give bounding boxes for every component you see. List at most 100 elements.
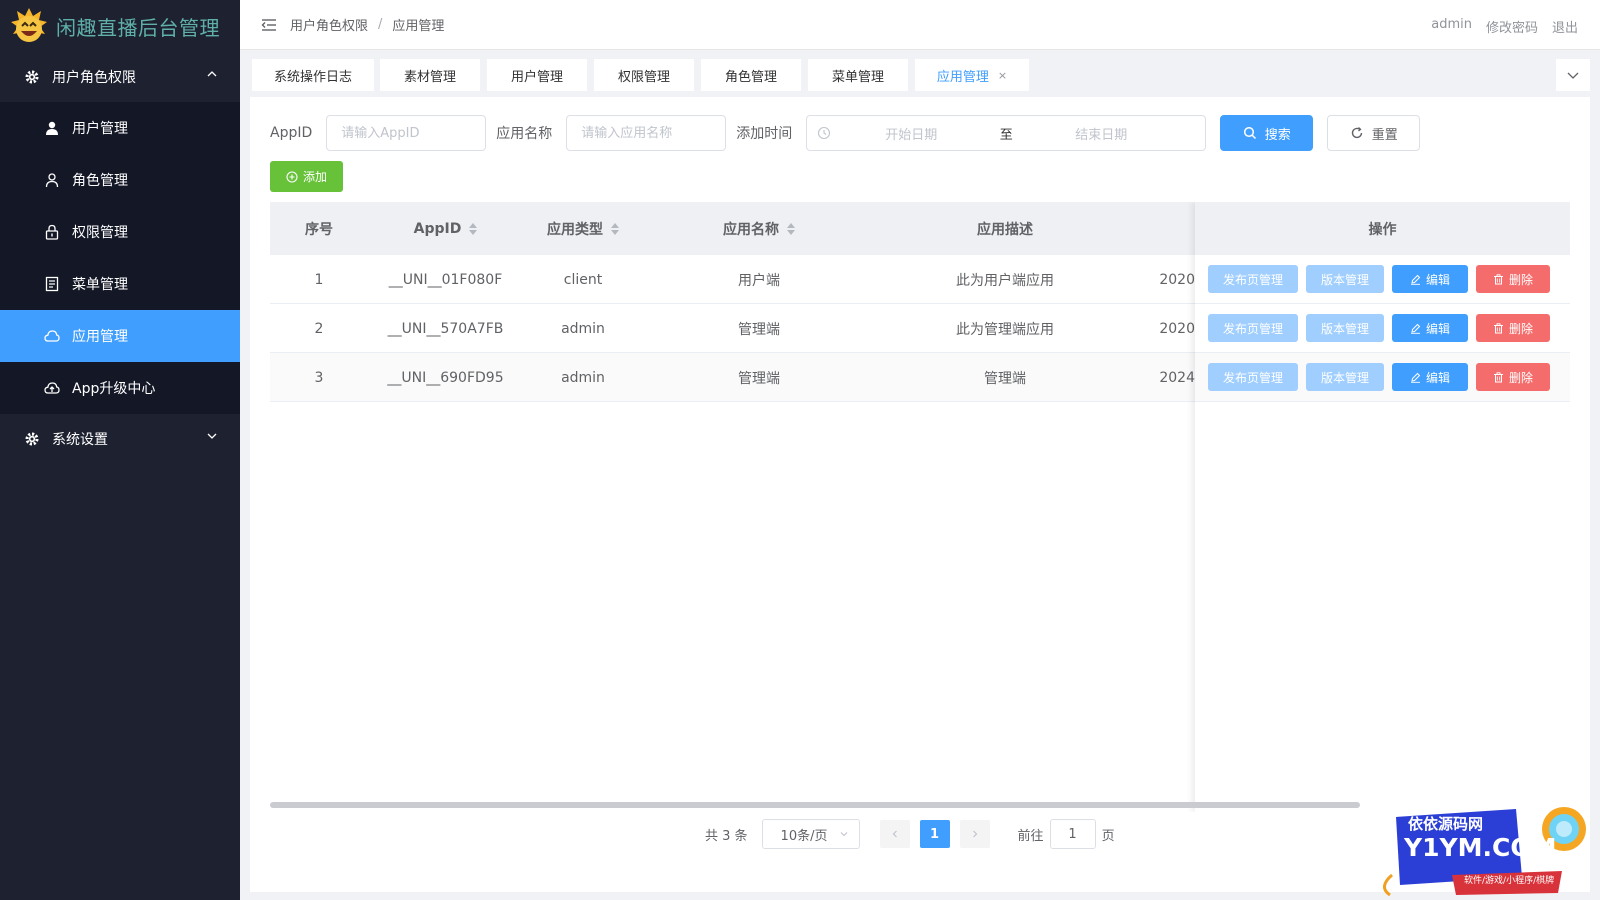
tab-role-management[interactable]: 角色管理 (701, 59, 801, 91)
page-unit-label: 页 (1101, 828, 1115, 844)
search-form: AppID 应用名称 添加时间 开始日期 至 结束日期 搜索 重置 (270, 115, 1421, 151)
app-name-input[interactable] (566, 115, 727, 151)
logout-link[interactable]: 退出 (1552, 17, 1578, 36)
header-user-area: admin 修改密码 退出 (1431, 17, 1578, 36)
cloud-icon (44, 330, 60, 342)
column-appid[interactable]: AppID (368, 202, 523, 255)
cell-add-time: 2020 (1159, 271, 1195, 288)
cell-appid: __UNI__570A7FB (387, 320, 504, 337)
sidebar-item-menu-management[interactable]: 菜单管理 (0, 258, 240, 310)
cell-app-type: client (563, 271, 603, 288)
menu-group-user-role[interactable]: 用户角色权限 (0, 52, 240, 102)
date-range-picker[interactable]: 开始日期 至 结束日期 (806, 115, 1207, 151)
sort-icon[interactable] (787, 222, 795, 235)
sidebar-item-label: App升级中心 (72, 381, 156, 397)
start-date-placeholder: 开始日期 (885, 127, 938, 143)
edit-icon (1410, 274, 1421, 285)
tab-material[interactable]: 素材管理 (380, 59, 480, 91)
main-panel: AppID 应用名称 添加时间 开始日期 至 结束日期 搜索 重置 添加 序号 … (250, 97, 1590, 892)
delete-button[interactable]: 删除 (1476, 314, 1550, 342)
user-outline-icon (45, 173, 59, 188)
logo: 闲趣直播后台管理 (0, 0, 240, 52)
sort-icon[interactable] (469, 222, 478, 235)
add-button-label: 添加 (302, 170, 327, 184)
tab-permission-management[interactable]: 权限管理 (594, 59, 694, 91)
cell-add-time: 2024 (1159, 369, 1195, 386)
tags-dropdown-button[interactable] (1556, 59, 1590, 91)
menu-fold-icon[interactable] (260, 16, 278, 34)
app-name-label: 应用名称 (496, 126, 553, 142)
version-button[interactable]: 版本管理 (1306, 265, 1384, 293)
appid-input[interactable] (326, 115, 487, 151)
edit-button-label: 编辑 (1425, 321, 1450, 336)
sidebar-item-permission-management[interactable]: 权限管理 (0, 206, 240, 258)
cell-app-desc: 管理端 (984, 370, 1026, 387)
appid-label: AppID (270, 125, 313, 141)
sort-icon[interactable] (611, 222, 619, 235)
sidebar-item-role-management[interactable]: 角色管理 (0, 154, 240, 206)
horizontal-scrollbar[interactable] (270, 802, 1360, 808)
delete-button[interactable]: 删除 (1476, 265, 1550, 293)
sidebar-item-app-management[interactable]: 应用管理 (0, 310, 240, 362)
pagination-total: 共 3 条 (705, 828, 748, 844)
column-label: 序号 (305, 221, 333, 238)
sidebar-item-app-upgrade[interactable]: App升级中心 (0, 362, 240, 414)
gear-icon (25, 432, 39, 446)
prev-page-button[interactable] (879, 820, 910, 848)
reset-button[interactable]: 重置 (1327, 115, 1421, 151)
edit-button-label: 编辑 (1425, 272, 1450, 287)
tab-user-management[interactable]: 用户管理 (487, 59, 587, 91)
breadcrumb: 用户角色权限 / 应用管理 (290, 15, 444, 34)
date-range-separator: 至 (999, 127, 1013, 143)
column-actions: 操作 (1195, 202, 1570, 255)
watermark-line3: 软件/游戏/小程序/棋牌 (1464, 876, 1555, 886)
edit-button[interactable]: 编辑 (1392, 363, 1468, 391)
cell-app-type: admin (561, 369, 605, 386)
tab-label: 用户管理 (510, 69, 563, 85)
chevron-up-icon (207, 71, 217, 77)
gear-icon (25, 70, 39, 84)
column-app-type[interactable]: 应用类型 (523, 202, 643, 255)
publish-page-button[interactable]: 发布页管理 (1208, 363, 1298, 391)
goto-page-input[interactable] (1049, 819, 1096, 849)
add-time-label: 添加时间 (736, 126, 793, 142)
column-index: 序号 (270, 202, 368, 255)
logo-face-icon (10, 7, 48, 45)
version-button[interactable]: 版本管理 (1306, 314, 1384, 342)
tags-bar: 系统操作日志 素材管理 用户管理 权限管理 角色管理 菜单管理 应用管理 × (240, 50, 1600, 96)
version-button[interactable]: 版本管理 (1306, 363, 1384, 391)
tab-menu-management[interactable]: 菜单管理 (808, 59, 908, 91)
tab-close-icon[interactable]: × (998, 69, 1007, 82)
search-button[interactable]: 搜索 (1220, 115, 1314, 151)
page-size-select[interactable]: 10条/页 (761, 819, 860, 849)
next-page-button[interactable] (959, 820, 990, 848)
menu-group-system-settings[interactable]: 系统设置 (0, 414, 240, 464)
breadcrumb-item[interactable]: 用户角色权限 (290, 15, 368, 34)
cloud-upload-icon (44, 382, 60, 394)
publish-page-button[interactable]: 发布页管理 (1208, 314, 1298, 342)
reset-button-label: 重置 (1371, 127, 1398, 143)
change-password-link[interactable]: 修改密码 (1486, 17, 1538, 36)
page-number-current[interactable]: 1 (919, 820, 950, 848)
column-app-name[interactable]: 应用名称 (643, 202, 875, 255)
sidebar-item-user-management[interactable]: 用户管理 (0, 102, 240, 154)
cell-appid: __UNI__690FD95 (387, 369, 504, 386)
publish-page-button[interactable]: 发布页管理 (1208, 265, 1298, 293)
trash-icon (1493, 322, 1503, 333)
username[interactable]: admin (1431, 17, 1472, 36)
edit-icon (1410, 372, 1421, 383)
delete-button[interactable]: 删除 (1476, 363, 1550, 391)
edit-button[interactable]: 编辑 (1392, 314, 1468, 342)
tab-label: 角色管理 (724, 69, 777, 85)
edit-button[interactable]: 编辑 (1392, 265, 1468, 293)
tab-label: 应用管理 (936, 69, 989, 85)
search-button-label: 搜索 (1264, 127, 1291, 143)
chevron-right-icon (972, 830, 977, 838)
add-button[interactable]: 添加 (270, 161, 343, 192)
menu-group-label: 用户角色权限 (52, 70, 136, 86)
tab-app-management[interactable]: 应用管理 × (915, 59, 1029, 91)
tab-system-log[interactable]: 系统操作日志 (252, 59, 374, 91)
trash-icon (1493, 371, 1503, 382)
watermark: 依依源码网 Y1YM.COM 软件/游戏/小程序/棋牌 (1382, 805, 1592, 897)
cell-index: 2 (314, 320, 324, 337)
